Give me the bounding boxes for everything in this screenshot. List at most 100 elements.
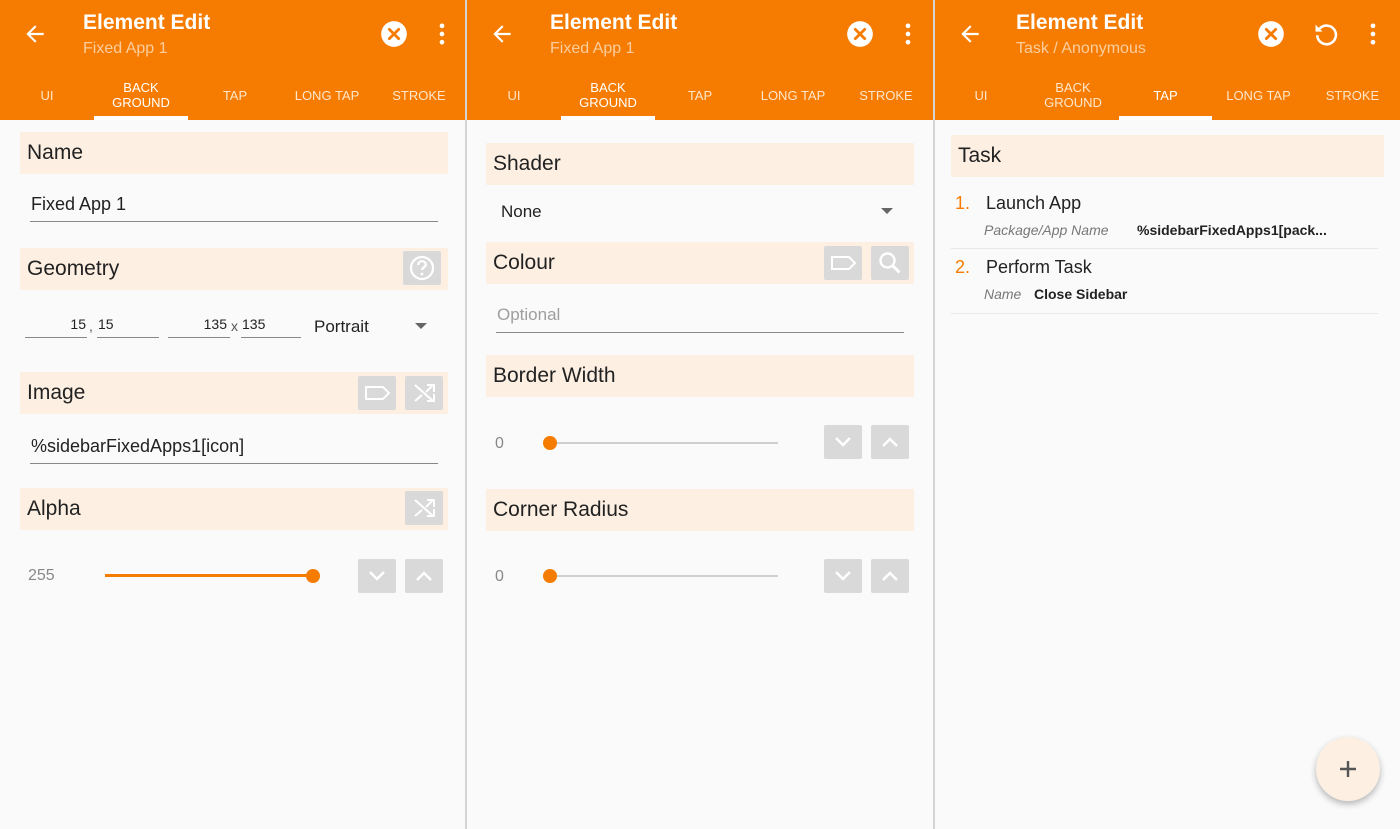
section-header-corner-radius: Corner Radius xyxy=(486,489,914,531)
app-bar: Element Edit Fixed App 1 xyxy=(467,0,933,70)
more-vert-icon[interactable] xyxy=(428,20,456,48)
add-action-button[interactable] xyxy=(1316,737,1380,801)
more-vert-icon[interactable] xyxy=(1359,20,1387,48)
page-title: Element Edit xyxy=(83,11,211,34)
tab-tap[interactable]: TAP xyxy=(188,70,282,120)
app-bar: Element Edit Task / Anonymous xyxy=(935,0,1400,70)
corner-radius-slider-thumb[interactable] xyxy=(543,569,557,583)
page-title: Element Edit xyxy=(1016,11,1144,34)
screen-element-edit-background: Element Edit Fixed App 1 UI BACK GROUND … xyxy=(0,0,465,829)
alpha-slider-thumb[interactable] xyxy=(306,569,320,583)
dropdown-arrow-icon[interactable] xyxy=(879,205,895,217)
colour-field[interactable]: Optional xyxy=(496,305,904,333)
clear-icon[interactable] xyxy=(1257,20,1285,48)
shader-select[interactable]: None xyxy=(501,202,542,222)
search-icon xyxy=(879,252,901,274)
alpha-increase-button[interactable] xyxy=(405,559,443,593)
page-subtitle: Fixed App 1 xyxy=(550,40,635,57)
back-arrow-icon[interactable] xyxy=(957,21,983,47)
tab-long-tap[interactable]: LONG TAP xyxy=(746,70,840,120)
alpha-pick-button[interactable] xyxy=(405,491,443,525)
tab-bar: UI BACK GROUND TAP LONG TAP STROKE xyxy=(935,70,1400,120)
tab-long-tap[interactable]: LONG TAP xyxy=(280,70,374,120)
screen-tap-task: Element Edit Task / Anonymous UI BACK GR… xyxy=(935,0,1400,829)
tab-tap[interactable]: TAP xyxy=(653,70,747,120)
alpha-decrease-button[interactable] xyxy=(358,559,396,593)
tab-background[interactable]: BACK GROUND xyxy=(561,70,655,120)
geometry-help-button[interactable] xyxy=(403,251,441,285)
clear-icon[interactable] xyxy=(846,20,874,48)
border-width-slider-thumb[interactable] xyxy=(543,436,557,450)
back-arrow-icon[interactable] xyxy=(489,21,515,47)
orientation-select[interactable]: Portrait xyxy=(314,317,369,337)
tab-ui[interactable]: UI xyxy=(0,70,94,120)
border-width-value: 0 xyxy=(495,435,504,452)
corner-radius-value: 0 xyxy=(495,568,504,585)
section-header-name: Name xyxy=(20,132,448,174)
screen-background-settings: Element Edit Fixed App 1 UI BACK GROUND … xyxy=(467,0,933,829)
more-vert-icon[interactable] xyxy=(894,20,922,48)
app-bar: Element Edit Fixed App 1 xyxy=(0,0,465,70)
dropdown-arrow-icon[interactable] xyxy=(413,320,429,332)
geometry-width-field[interactable]: 135 xyxy=(168,316,230,338)
section-header-shader: Shader xyxy=(486,143,914,185)
section-header-geometry: Geometry xyxy=(20,248,448,290)
section-header-alpha: Alpha xyxy=(20,488,448,530)
tab-stroke[interactable]: STROKE xyxy=(1305,70,1400,120)
border-width-decrease-button[interactable] xyxy=(824,425,862,459)
clear-icon[interactable] xyxy=(380,20,408,48)
border-width-increase-button[interactable] xyxy=(871,425,909,459)
action-number: 1. xyxy=(955,193,971,213)
label-tag-icon xyxy=(831,256,857,270)
geometry-comma: , xyxy=(89,318,93,334)
tab-tap[interactable]: TAP xyxy=(1119,70,1212,120)
geometry-height-field[interactable]: 135 xyxy=(241,316,301,338)
chevron-down-icon xyxy=(835,571,851,581)
corner-radius-slider-track[interactable] xyxy=(550,575,778,577)
page-subtitle: Fixed App 1 xyxy=(83,40,168,57)
image-pick-button[interactable] xyxy=(405,376,443,410)
action-arg-label: Name xyxy=(984,286,1022,302)
colour-search-button[interactable] xyxy=(871,246,909,280)
help-icon xyxy=(409,255,435,281)
tab-stroke[interactable]: STROKE xyxy=(839,70,933,120)
tab-background[interactable]: BACK GROUND xyxy=(1027,70,1119,120)
tab-bar: UI BACK GROUND TAP LONG TAP STROKE xyxy=(467,70,933,120)
corner-radius-increase-button[interactable] xyxy=(871,559,909,593)
label-tag-icon xyxy=(365,386,391,400)
alpha-value: 255 xyxy=(28,567,55,584)
chevron-down-icon xyxy=(835,437,851,447)
back-arrow-icon[interactable] xyxy=(22,21,48,47)
action-arg-value: %sidebarFixedApps1[pack... xyxy=(1137,222,1327,238)
geometry-x-separator: x xyxy=(231,318,238,334)
tab-bar: UI BACK GROUND TAP LONG TAP STROKE xyxy=(0,70,465,120)
action-title[interactable]: Launch App xyxy=(986,193,1081,214)
action-arg-label: Package/App Name xyxy=(984,222,1109,238)
colour-variable-button[interactable] xyxy=(824,246,862,280)
tab-stroke[interactable]: STROKE xyxy=(372,70,465,120)
page-subtitle: Task / Anonymous xyxy=(1016,40,1146,57)
action-number: 2. xyxy=(955,257,971,277)
name-field[interactable]: Fixed App 1 xyxy=(30,194,438,222)
chevron-up-icon xyxy=(416,571,432,581)
image-field[interactable]: %sidebarFixedApps1[icon] xyxy=(30,436,438,464)
tab-ui[interactable]: UI xyxy=(467,70,561,120)
geometry-y-field[interactable]: 15 xyxy=(97,316,159,338)
corner-radius-decrease-button[interactable] xyxy=(824,559,862,593)
undo-icon[interactable] xyxy=(1312,20,1340,48)
shuffle-icon xyxy=(414,384,435,402)
border-width-slider-track[interactable] xyxy=(550,442,778,444)
action-arg-value: Close Sidebar xyxy=(1034,286,1128,302)
screens-container: Element Edit Fixed App 1 UI BACK GROUND … xyxy=(0,0,1400,829)
tab-background[interactable]: BACK GROUND xyxy=(94,70,188,120)
geometry-x-field[interactable]: 15 xyxy=(25,316,87,338)
tab-long-tap[interactable]: LONG TAP xyxy=(1212,70,1305,120)
chevron-down-icon xyxy=(369,571,385,581)
tab-ui[interactable]: UI xyxy=(935,70,1027,120)
action-title[interactable]: Perform Task xyxy=(986,257,1092,278)
page-title: Element Edit xyxy=(550,11,678,34)
section-header-task: Task xyxy=(951,135,1384,177)
image-variable-button[interactable] xyxy=(358,376,396,410)
section-header-border-width: Border Width xyxy=(486,355,914,397)
list-separator xyxy=(951,313,1378,314)
